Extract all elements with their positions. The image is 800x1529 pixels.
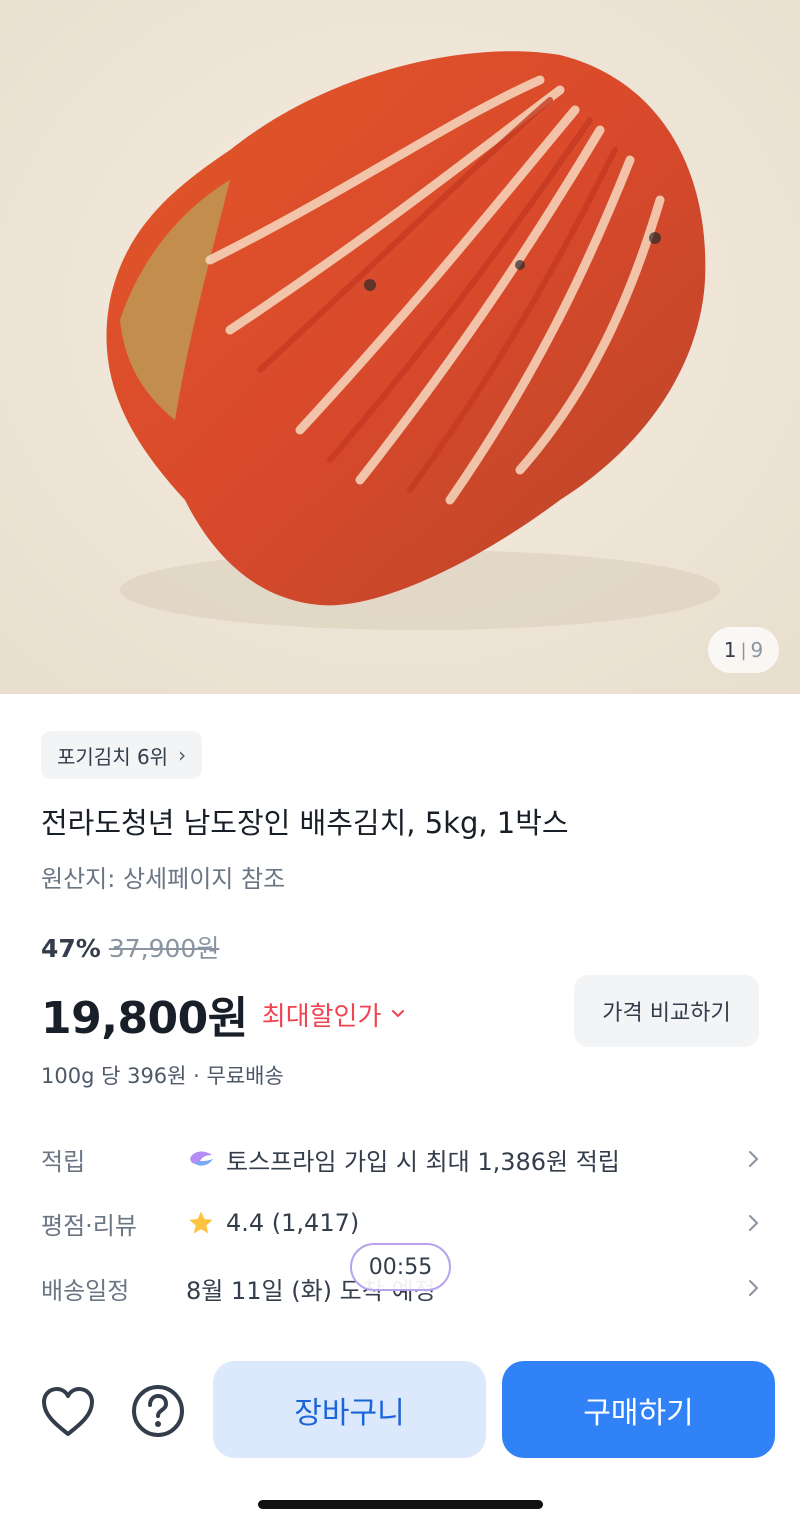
points-label: 적립 bbox=[41, 1147, 86, 1176]
chevron-right-icon bbox=[749, 1280, 758, 1296]
rank-chip-label: 포기김치 6위 bbox=[57, 744, 169, 769]
rating-value-wrap: 4.4 (1,417) bbox=[186, 1209, 747, 1237]
points-row[interactable]: 적립 토스프라임 가입 시 최대 1,386원 적립 bbox=[41, 1139, 761, 1179]
rating-row[interactable]: 평점·리뷰 4.4 (1,417) bbox=[41, 1203, 761, 1243]
image-counter-total: 9 bbox=[750, 638, 764, 662]
buy-now-button[interactable]: 구매하기 bbox=[502, 1361, 775, 1458]
max-discount-label: 최대할인가 bbox=[261, 1001, 382, 1032]
sale-price: 19,800원 bbox=[41, 993, 248, 1044]
rating-label: 평점·리뷰 bbox=[41, 1211, 137, 1240]
chevron-right-icon bbox=[749, 1215, 758, 1231]
price-row: 19,800원 최대할인가 bbox=[41, 982, 405, 1046]
delivery-value: 8월 11일 (화) 도착 예정 bbox=[186, 1276, 436, 1305]
heart-icon[interactable] bbox=[38, 1384, 98, 1440]
image-counter-separator: | bbox=[740, 639, 747, 661]
category-rank-chip[interactable]: 포기김치 6위 › bbox=[41, 731, 203, 779]
points-value-wrap: 토스프라임 가입 시 최대 1,386원 적립 bbox=[186, 1142, 747, 1177]
image-counter: 1 | 9 bbox=[708, 627, 779, 673]
help-icon[interactable] bbox=[130, 1383, 186, 1439]
image-counter-current: 1 bbox=[723, 638, 737, 662]
delivery-label: 배송일정 bbox=[41, 1276, 130, 1305]
product-image[interactable]: 1 | 9 bbox=[0, 0, 800, 694]
timer-bubble[interactable]: 00:55 bbox=[350, 1243, 451, 1291]
toss-prime-icon bbox=[190, 1151, 213, 1166]
points-value: 토스프라임 가입 시 최대 1,386원 적립 bbox=[226, 1147, 620, 1176]
rating-value: 4.4 (1,417) bbox=[226, 1209, 360, 1237]
chevron-right-icon bbox=[749, 1151, 758, 1167]
star-icon bbox=[189, 1211, 213, 1234]
unit-price-shipping: 100g 당 396원 · 무료배송 bbox=[41, 1064, 284, 1088]
chevron-right-icon: › bbox=[178, 743, 187, 767]
discount-row: 47% 37,900원 bbox=[41, 929, 219, 965]
product-title: 전라도청년 남도장인 배추김치, 5kg, 1박스 bbox=[41, 806, 569, 840]
add-to-cart-button[interactable]: 장바구니 bbox=[213, 1361, 486, 1458]
original-price: 37,900원 bbox=[108, 934, 220, 963]
compare-price-button[interactable]: 가격 비교하기 bbox=[574, 975, 759, 1047]
discount-rate: 47% bbox=[41, 934, 101, 963]
product-origin: 원산지: 상세페이지 참조 bbox=[41, 865, 286, 893]
home-indicator[interactable] bbox=[258, 1500, 543, 1509]
kimchi-illustration bbox=[0, 0, 800, 694]
chevron-down-icon bbox=[392, 1010, 405, 1017]
max-discount-toggle[interactable]: 최대할인가 bbox=[262, 996, 406, 1033]
